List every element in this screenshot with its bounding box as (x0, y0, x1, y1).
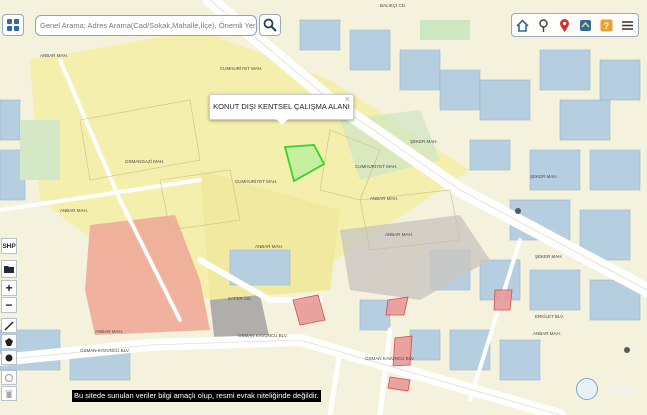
draw-polygon-button[interactable] (1, 334, 17, 349)
map-label: BALIKÇI CD. (380, 3, 406, 8)
map-label: OSMANGAZİ MAH. (125, 158, 165, 164)
clear-button[interactable] (1, 370, 17, 385)
map-label: ERKİLET BLV. (535, 313, 564, 319)
map-label: ANBAR MAH. (370, 196, 398, 201)
zoom-in-button[interactable]: + (1, 280, 17, 296)
map-label: ANBAR MAH. (40, 53, 68, 58)
trash-icon (5, 390, 13, 398)
map-label: ŞEKER MAH. (535, 254, 563, 259)
map-label: ANBAR MAH. (385, 232, 413, 237)
draw-line-button[interactable] (1, 318, 17, 333)
folder-icon (4, 266, 14, 273)
line-icon (4, 321, 14, 330)
map-label: ŞEKER MAH. (410, 139, 438, 144)
svg-text:?: ? (604, 21, 610, 31)
polygon-icon (5, 337, 13, 346)
delete-button[interactable] (1, 386, 17, 401)
map-label: OSMAN KAVUNCU BLV. (80, 348, 130, 353)
close-icon[interactable]: × (345, 94, 350, 104)
map-canvas[interactable]: CUMHURİYET MAH. ANBAR MAH. OSMANGAZİ MAH… (0, 0, 647, 415)
circle-icon (5, 354, 13, 361)
location-icon[interactable] (556, 17, 573, 34)
popup-title: KONUT DIŞI KENTSEL ÇALIŞMA ALANI (213, 102, 350, 111)
brand-label: ⚲EBS (608, 385, 636, 396)
map-label: ANBAR MAH. (255, 244, 283, 249)
map-label: ANBAR MAH. (95, 329, 123, 334)
popup-pointer (276, 119, 288, 125)
layers-icon[interactable] (577, 17, 594, 34)
map-label: OSMAN KAVUNCU BLV. (238, 333, 288, 338)
info-popup: KONUT DIŞI KENTSEL ÇALIŞMA ALANI × (209, 94, 354, 125)
map-label: ZAFER CD. (228, 296, 252, 301)
shp-button[interactable]: SHP (1, 238, 17, 254)
disclaimer-text: Bu sitede sunulan veriler bilgi amaçlı o… (72, 390, 321, 402)
erase-icon (4, 373, 14, 382)
zoom-out-button[interactable]: − (1, 297, 17, 313)
open-folder-button[interactable] (1, 260, 17, 278)
municipality-logo (576, 378, 598, 400)
top-toolbar: ? (511, 13, 639, 37)
grid-icon (7, 19, 19, 31)
search-input[interactable]: Genel Arama; Adres Arama(Cad/Sokak,Mahal… (35, 15, 257, 36)
search-button[interactable] (259, 14, 281, 36)
map-label: CUMHURİYET MAH. (220, 65, 262, 71)
map-label: OSMAN KAVUNCU BLV. (365, 356, 415, 361)
menu-icon[interactable] (619, 17, 636, 34)
map-label: ŞEKER MAH. (530, 174, 558, 179)
home-icon[interactable] (514, 17, 531, 34)
search-icon (263, 18, 277, 32)
map-label: ANBAR MAH. (60, 208, 88, 213)
map-label: CUMHURİYET MAH. (355, 163, 397, 169)
map-label: CUMHURİYET MAH. (235, 178, 277, 184)
draw-circle-button[interactable] (1, 350, 17, 365)
layers-grid-button[interactable] (2, 14, 24, 36)
brand-text: EBS (615, 385, 636, 396)
help-icon[interactable]: ? (598, 17, 615, 34)
route-icon[interactable] (535, 17, 552, 34)
map-label: ANBAR MAH. (533, 331, 561, 336)
